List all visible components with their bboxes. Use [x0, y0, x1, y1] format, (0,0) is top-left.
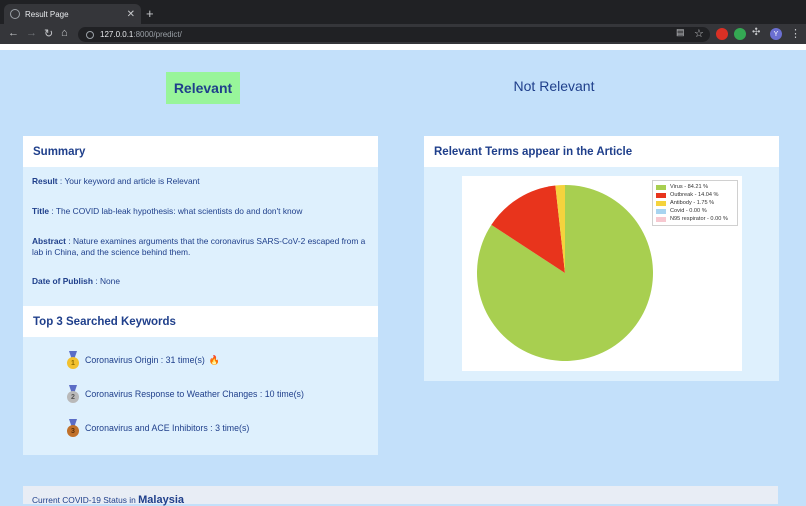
tab-title: Result Page: [25, 9, 69, 19]
browser-tab[interactable]: Result Page ✕: [4, 4, 141, 24]
summary-title: Summary: [23, 136, 378, 167]
date-value: : None: [92, 276, 120, 286]
pie-chart-container: Virus - 84.21 % Outbreak - 14.04 % Antibod…: [462, 176, 742, 371]
home-icon[interactable]: ⌂: [61, 27, 68, 39]
legend-label: Outbreak - 14.04 %: [670, 192, 719, 198]
silver-medal-icon: 2: [67, 385, 79, 403]
site-info-icon[interactable]: [86, 30, 94, 39]
extension-red-icon[interactable]: [716, 28, 728, 40]
covid-country: Malaysia: [138, 494, 184, 506]
bronze-medal-icon: 3: [67, 419, 79, 437]
legend-label: N95 respirator - 0.00 %: [670, 216, 728, 222]
legend-swatch: [656, 184, 666, 190]
legend-swatch: [656, 200, 666, 206]
extensions-puzzle-icon[interactable]: ✣: [752, 27, 760, 38]
fire-icon: 🔥: [208, 354, 220, 365]
not-relevant-label: Not Relevant: [513, 78, 595, 94]
keywords-title: Top 3 Searched Keywords: [23, 306, 378, 337]
legend-item: Covid - 0.00 %: [656, 207, 734, 215]
title-label: Title: [32, 206, 50, 216]
gold-medal-icon: 1: [67, 351, 79, 369]
url-host: 127.0.0.1: [100, 30, 134, 39]
url-path: :8000/predict/: [133, 30, 182, 39]
abstract-value: : Nature examines arguments that the cor…: [32, 236, 366, 257]
legend-item: Virus - 84.21 %: [656, 183, 734, 191]
extension-green-icon[interactable]: [734, 28, 746, 40]
keyword-text: Coronavirus and ACE Inhibitors : 3 time(…: [85, 423, 250, 433]
legend-item: Antibody - 1.75 %: [656, 199, 734, 207]
chart-card-title: Relevant Terms appear in the Article: [424, 136, 779, 167]
keywords-card: Top 3 Searched Keywords 1 Coronavirus Or…: [23, 306, 378, 455]
keyword-text: Coronavirus Response to Weather Changes …: [85, 389, 304, 399]
pie-chart: [477, 185, 653, 361]
legend-item: Outbreak - 14.04 %: [656, 191, 734, 199]
new-tab-button[interactable]: +: [146, 6, 154, 21]
abstract-row: Abstract : Nature examines arguments tha…: [32, 236, 367, 258]
menu-kebab-icon[interactable]: ⋮: [790, 27, 801, 40]
legend-swatch: [656, 208, 666, 214]
keyword-text: Coronavirus Origin : 31 time(s): [85, 355, 205, 365]
publish-date-row: Date of Publish : None: [32, 276, 367, 287]
covid-status-banner: Current COVID-19 Status in Malaysia: [23, 486, 778, 506]
date-label: Date of Publish: [32, 276, 93, 286]
legend-label: Antibody - 1.75 %: [670, 200, 715, 206]
globe-icon: [10, 9, 20, 19]
result-value: : Your keyword and article is Relevant: [57, 176, 200, 186]
reload-icon[interactable]: ↻: [44, 27, 53, 40]
close-tab-icon[interactable]: ✕: [127, 9, 135, 20]
result-label: Result: [32, 176, 58, 186]
article-title-row: Title : The COVID lab-leak hypothesis: w…: [32, 206, 367, 217]
address-bar[interactable]: 127.0.0.1 :8000/predict/: [78, 27, 710, 42]
chart-card: Relevant Terms appear in the Article Vir…: [424, 136, 779, 381]
back-icon[interactable]: ←: [8, 27, 19, 39]
chart-legend: Virus - 84.21 % Outbreak - 14.04 % Antibod…: [652, 180, 738, 226]
tab-strip: Result Page ✕ +: [0, 0, 806, 24]
abstract-label: Abstract: [32, 236, 66, 246]
bookmark-star-icon[interactable]: ☆: [694, 27, 704, 40]
legend-label: Covid - 0.00 %: [670, 208, 707, 214]
keyword-item: 2 Coronavirus Response to Weather Change…: [67, 385, 304, 403]
keyword-item: 1 Coronavirus Origin : 31 time(s) 🔥: [67, 351, 220, 369]
relevant-badge: Relevant: [166, 72, 240, 104]
forward-icon[interactable]: →: [26, 27, 37, 39]
legend-label: Virus - 84.21 %: [670, 184, 709, 190]
nav-bar: ← → ↻ ⌂ 127.0.0.1 :8000/predict/ ▤ ☆ ✣ Y…: [0, 24, 806, 44]
legend-item: N95 respirator - 0.00 %: [656, 215, 734, 223]
legend-swatch: [656, 216, 666, 222]
keyword-item: 3 Coronavirus and ACE Inhibitors : 3 tim…: [67, 419, 249, 437]
translate-icon[interactable]: ▤: [676, 27, 685, 38]
summary-card: Summary Result : Your keyword and articl…: [23, 136, 378, 306]
legend-swatch: [656, 192, 666, 198]
title-value: : The COVID lab-leak hypothesis: what sc…: [49, 206, 303, 216]
page-body: Relevant Not Relevant Summary Result : Y…: [4, 50, 802, 506]
result-row: Result : Your keyword and article is Rel…: [32, 176, 367, 187]
profile-avatar[interactable]: Y: [770, 28, 782, 40]
